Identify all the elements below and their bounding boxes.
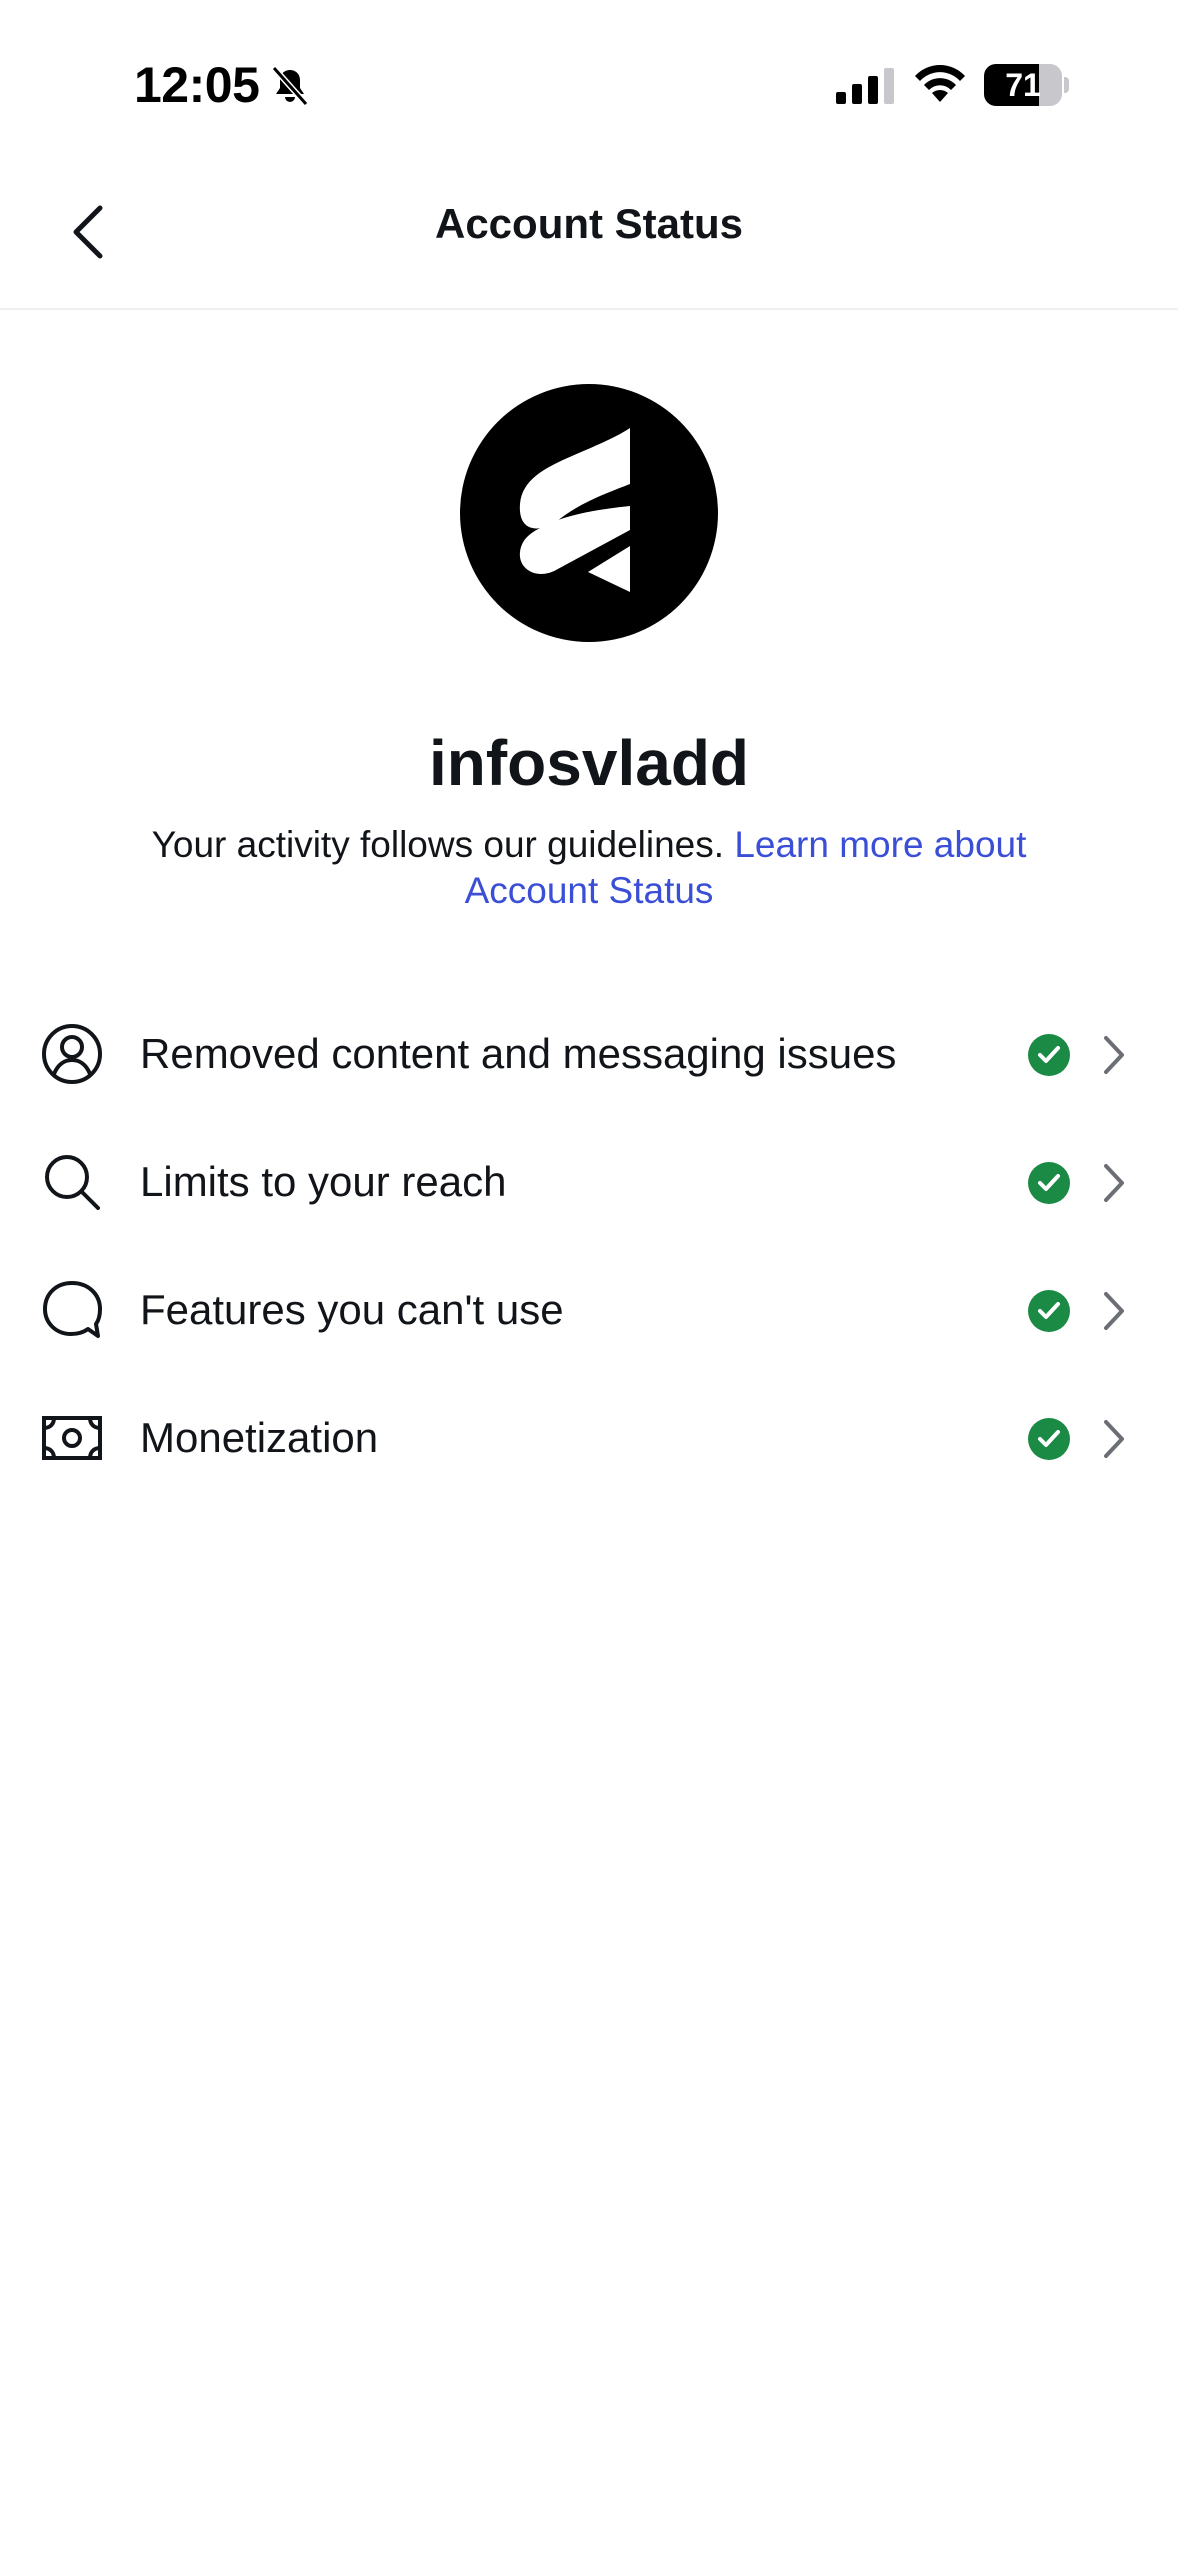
navigation-header: Account Status [0, 160, 1178, 310]
check-circle-icon [1028, 1290, 1070, 1332]
user-circle-icon [42, 1024, 102, 1084]
battery-level: 71 [1005, 67, 1041, 103]
list-item-features[interactable]: Features you can't use [0, 1246, 1178, 1374]
account-status-screen: 12:05 71 Account Status infosvladd Your … [0, 0, 1178, 2560]
brand-logo-icon [519, 428, 630, 592]
status-list: Removed content and messaging issues Lim… [0, 990, 1178, 1502]
chevron-right-icon [1104, 1420, 1124, 1458]
cellular-signal-icon [836, 68, 894, 104]
avatar [460, 384, 718, 642]
chevron-right-icon [1104, 1036, 1124, 1074]
battery-icon: 71 [984, 64, 1070, 106]
list-item-label: Monetization [140, 1414, 379, 1461]
activity-description: Your activity follows our guidelines. Le… [100, 822, 1078, 914]
search-icon [45, 1155, 100, 1210]
list-item-monetization[interactable]: Monetization [0, 1374, 1178, 1502]
status-time: 12:05 [134, 57, 260, 113]
check-circle-icon [1028, 1034, 1070, 1076]
status-bar: 12:05 71 [0, 0, 1178, 160]
chat-bubble-icon [43, 1281, 102, 1338]
list-item-label: Limits to your reach [140, 1158, 507, 1205]
list-item-label: Removed content and messaging issues [140, 1030, 897, 1077]
list-item-limits-reach[interactable]: Limits to your reach [0, 1118, 1178, 1246]
check-circle-icon [1028, 1418, 1070, 1460]
activity-text: Your activity follows our guidelines. [151, 824, 725, 865]
username: infosvladd [428, 727, 750, 799]
bell-slash-icon [271, 66, 309, 106]
check-circle-icon [1028, 1162, 1070, 1204]
wifi-icon [915, 65, 965, 102]
list-item-removed-content[interactable]: Removed content and messaging issues [0, 990, 1178, 1118]
chevron-right-icon [1104, 1164, 1124, 1202]
page-title: Account Status [434, 200, 744, 247]
money-icon [42, 1416, 102, 1460]
chevron-right-icon [1104, 1292, 1124, 1330]
list-item-label: Features you can't use [140, 1286, 564, 1333]
